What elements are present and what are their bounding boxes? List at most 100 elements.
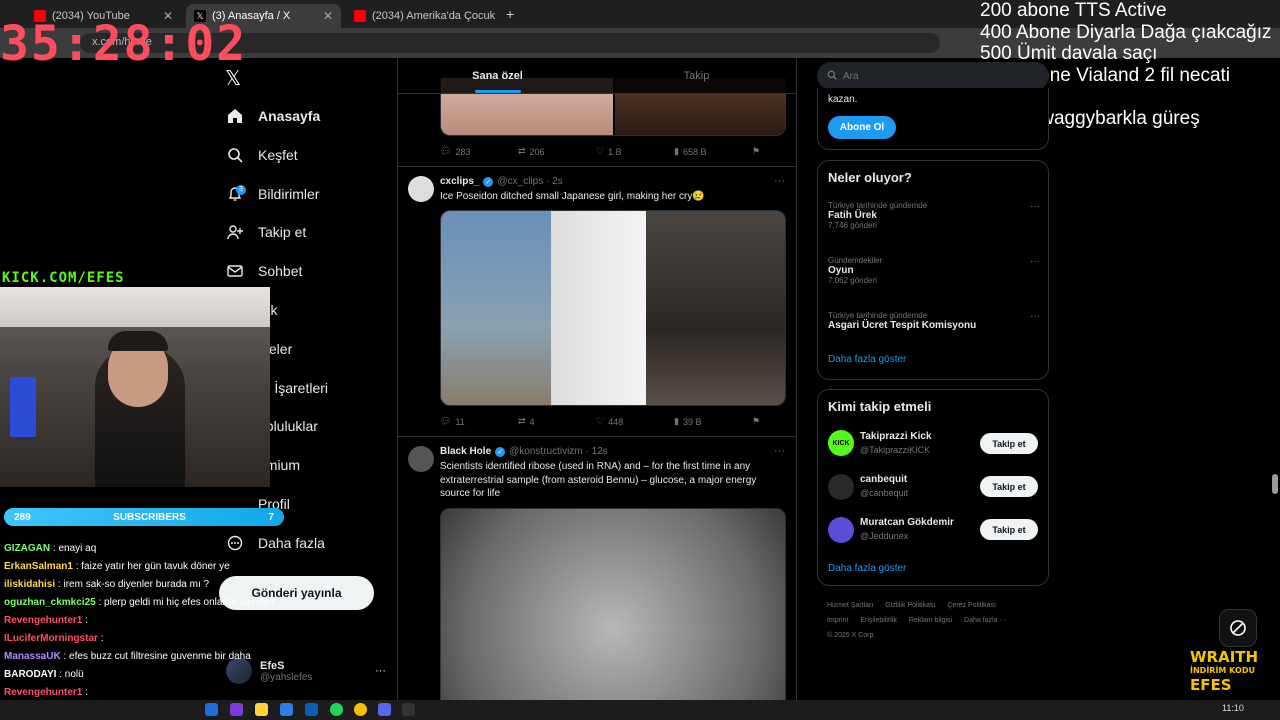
spotify-icon[interactable]	[330, 703, 343, 716]
avatar[interactable]: KICK	[828, 430, 854, 456]
chat-username[interactable]: ErkanSalman1	[4, 561, 73, 572]
reply-button[interactable]: 💬︎ 11	[440, 416, 518, 427]
footer-link[interactable]: Erişilebilirlik	[860, 617, 897, 624]
goal-line: 200 abone TTS Active	[980, 0, 1167, 21]
tab-youtube-2[interactable]: (2034) Amerika'da Çocuk Katili ✕	[346, 4, 496, 28]
avatar[interactable]	[828, 474, 854, 500]
footer-link[interactable]: Gizlilik Politikası	[885, 602, 935, 609]
more-icon[interactable]: ···	[774, 445, 785, 457]
post-header: Black Hole ✓ @konstructivizm · 12s	[440, 446, 608, 457]
bookmark-button[interactable]: ⚑	[752, 416, 760, 427]
follow-name[interactable]: Muratcan Gökdemir	[860, 517, 954, 528]
edit-fab-icon[interactable]	[1219, 609, 1257, 647]
like-button[interactable]: ♡ 1 B	[596, 146, 674, 157]
avatar[interactable]	[828, 517, 854, 543]
discord-icon[interactable]	[378, 703, 391, 716]
timeline-tabs: Sana özel Takip	[398, 58, 796, 94]
footer-link[interactable]: Daha fazla ···	[964, 617, 1006, 624]
chat-message: GIZAGAN : enayi aq	[4, 540, 274, 558]
follow-button[interactable]: Takip et	[980, 519, 1038, 540]
tab-for-you[interactable]: Sana özel	[398, 58, 597, 93]
more-icon[interactable]: ···	[774, 175, 785, 187]
post-video[interactable]	[440, 210, 786, 406]
more-icon[interactable]: ···	[375, 665, 386, 677]
chat-text: :	[100, 633, 104, 644]
repost-button[interactable]: ⇄ 206	[518, 146, 596, 157]
footer-link[interactable]: Çerez Politikası	[947, 602, 996, 609]
nav-notifications[interactable]: 3 Bildirimler	[226, 180, 319, 208]
bookmark-button[interactable]: ⚑	[752, 146, 760, 157]
follow-button[interactable]: Takip et	[980, 476, 1038, 497]
reply-button[interactable]: 💬︎ 283	[440, 146, 518, 157]
post-author[interactable]: Black Hole	[440, 446, 491, 457]
follow-title: Kimi takip etmeli	[828, 399, 932, 414]
footer-link[interactable]: Imprint	[827, 617, 848, 624]
close-icon[interactable]: ✕	[323, 9, 333, 23]
folder-icon[interactable]	[255, 703, 268, 716]
chat-message: BARODAYI : nolü	[4, 666, 274, 684]
follow-button[interactable]: Takip et	[980, 433, 1038, 454]
show-more-link[interactable]: Daha fazla göster	[828, 563, 906, 574]
kick-url: KICK.COM/EFES	[2, 270, 125, 286]
chat-username[interactable]: GIZAGAN	[4, 543, 50, 554]
taskbar	[0, 700, 1280, 720]
trend-item[interactable]: Gündemdekiler Oyun 7.062 gönderi ···	[828, 256, 1040, 285]
scrollbar-thumb[interactable]	[1272, 474, 1278, 494]
verified-icon: ✓	[483, 176, 494, 187]
views-button[interactable]: ▮ 39 B	[674, 416, 752, 427]
chat-username[interactable]: iliskidahisi	[4, 579, 55, 590]
search-input[interactable]: Ara	[817, 62, 1049, 90]
app-icon[interactable]	[402, 703, 415, 716]
trend-item[interactable]: Türkiye tarihinde gündemde Asgari Ücret …	[828, 311, 1040, 331]
clock[interactable]: 11:10	[1222, 703, 1244, 713]
chat-username[interactable]: ManassaUK	[4, 651, 61, 662]
more-icon[interactable]: ···	[1030, 311, 1040, 322]
app-icon[interactable]	[230, 703, 243, 716]
nav-messages[interactable]: Sohbet	[226, 257, 302, 285]
post-author[interactable]: cxclips_	[440, 176, 479, 187]
start-icon[interactable]	[205, 703, 218, 716]
verified-icon: ✓	[495, 446, 506, 457]
subscribe-button[interactable]: Abone Ol	[828, 116, 896, 139]
webcam-feed	[0, 287, 270, 487]
x-logo-icon[interactable]: 𝕏	[225, 66, 241, 90]
nav-follow[interactable]: Takip et	[226, 218, 306, 246]
chat-username[interactable]: oguzhan_ckmkci25	[4, 597, 96, 608]
footer-link[interactable]: Hizmet Şartları	[827, 602, 873, 609]
views-button[interactable]: ▮ 658 B	[674, 146, 752, 157]
repost-button[interactable]: ⇄ 4	[518, 416, 596, 427]
post-image[interactable]	[440, 508, 786, 720]
who-to-follow-card: Kimi takip etmeli KICK Takiprazzi Kick @…	[817, 389, 1049, 586]
show-more-link[interactable]: Daha fazla göster	[828, 354, 906, 365]
chat-username[interactable]: ILuciferMorningstar	[4, 633, 98, 644]
follow-name[interactable]: canbequit	[860, 474, 907, 485]
chrome-icon[interactable]	[354, 703, 367, 716]
trend-item[interactable]: Türkiye tarihinde gündemde Fatih Ürek 7.…	[828, 201, 1040, 230]
footer-link[interactable]: Reklam bilgisi	[909, 617, 952, 624]
avatar[interactable]	[408, 176, 434, 202]
new-tab-button[interactable]: +	[506, 6, 514, 22]
follow-name[interactable]: Takiprazzi Kick	[860, 431, 932, 442]
chat-username[interactable]: Revengehunter1	[4, 615, 82, 626]
more-icon[interactable]: ···	[1030, 201, 1040, 212]
post-handle[interactable]: @cx_clips · 2s	[497, 176, 562, 187]
post-handle[interactable]: @konstructivizm · 12s	[509, 446, 608, 457]
stream-timer: 35:28:02	[0, 16, 248, 72]
avatar[interactable]	[408, 446, 434, 472]
app-icon[interactable]	[305, 703, 318, 716]
repost-icon: ⇄	[518, 146, 526, 156]
divider	[398, 436, 796, 437]
nav-home[interactable]: Anasayfa	[226, 102, 320, 130]
like-button[interactable]: ♡ 448	[596, 416, 674, 427]
more-icon[interactable]: ···	[1030, 256, 1040, 267]
chat-message: ILuciferMorningstar :	[4, 630, 274, 648]
chat-text: : plerp geldi mi hiç efes onlarda sayılı…	[98, 597, 275, 608]
chat-message: ManassaUK : efes buzz cut filtresine guv…	[4, 648, 274, 666]
app-icon[interactable]	[280, 703, 293, 716]
chat-username[interactable]: BARODAYI	[4, 669, 56, 680]
follow-handle: @canbequit	[860, 488, 909, 498]
chat-username[interactable]: Revengehunter1	[4, 687, 82, 698]
chat-message: ErkanSalman1 : faize yatır her gün tavuk…	[4, 558, 274, 576]
nav-explore[interactable]: Keşfet	[226, 141, 298, 169]
tab-following[interactable]: Takip	[597, 58, 796, 93]
